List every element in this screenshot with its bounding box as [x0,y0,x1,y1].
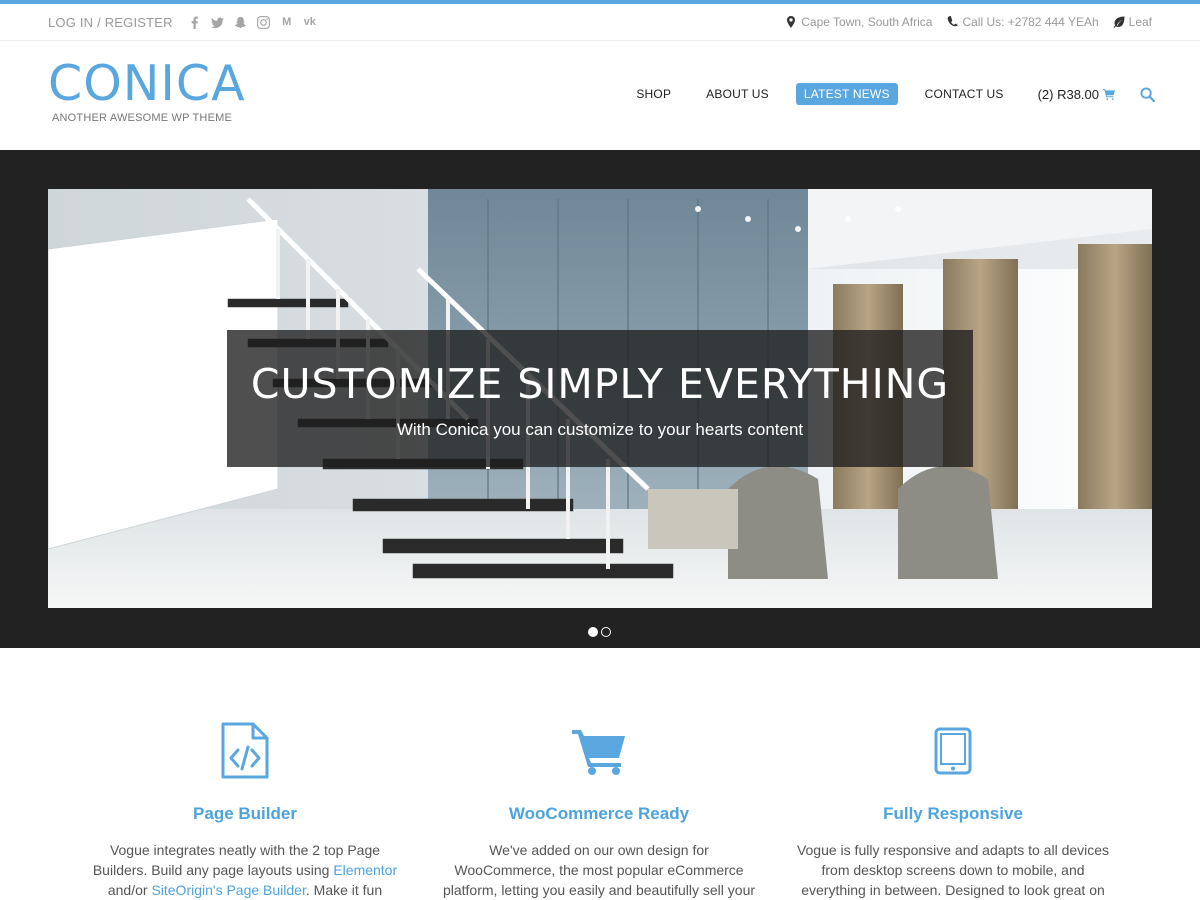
vk-icon[interactable]: vk [299,14,321,30]
phone-icon [948,16,959,27]
snapchat-icon[interactable] [230,14,252,30]
location-text: Cape Town, South Africa [801,15,933,29]
cart-total: (2) R38.00 [1037,86,1099,102]
feature-text: We've added on our own design for WooCom… [442,842,756,898]
nav-item-latest-news[interactable]: LATEST NEWS [795,83,898,105]
main-nav: SHOP ABOUT US LATEST NEWS CONTACT US (2)… [609,83,1156,105]
top-bar: LOG IN / REGISTER M vk Cape Town, South … [0,4,1200,41]
site-header: CONICA ANOTHER AWESOME WP THEME SHOP ABO… [0,41,1200,150]
feature-title: Page Builder [193,804,297,823]
search-button[interactable] [1138,85,1156,103]
cart-link[interactable]: (2) R38.00 [1038,87,1115,102]
feature-title: WooCommerce Ready [508,804,690,823]
slider-dot-1[interactable] [588,627,598,637]
feature-text: Vogue integrates neatly with the 2 top P… [92,842,398,898]
cart-icon [1103,89,1115,100]
medium-icon[interactable]: M [276,14,298,30]
code-file-icon [85,720,405,782]
leaf-text: Leaf [1128,15,1152,29]
slide-title: CUSTOMIZE SIMPLY EVERYTHING [250,360,950,408]
medium-text: M [282,16,292,28]
vk-text: vk [303,16,316,28]
feature-responsive: Fully Responsive Vogue is fully responsi… [793,720,1113,900]
site-logo[interactable]: CONICA ANOTHER AWESOME WP THEME [48,55,246,125]
leaf-icon [1113,16,1125,28]
login-register-link[interactable]: LOG IN / REGISTER [48,15,173,30]
elementor-link[interactable]: Elementor [333,862,397,878]
top-bar-left: LOG IN / REGISTER M vk [48,4,321,40]
slide-caption: CUSTOMIZE SIMPLY EVERYTHING With Conica … [227,330,973,467]
map-pin-icon [787,16,796,28]
leaf-info: Leaf [1113,15,1152,29]
instagram-icon[interactable] [253,14,275,30]
phone-info: Call Us: +2782 444 YEAh [946,15,1099,29]
slider-dot-2[interactable] [601,627,611,637]
feature-text: Vogue is fully responsive and adapts to … [796,842,1110,898]
siteorigin-link[interactable]: SiteOrigin's Page Builder [151,882,305,898]
search-icon [1139,86,1155,102]
features-section: Page Builder Vogue integrates neatly wit… [0,648,1200,900]
hero-slider: CUSTOMIZE SIMPLY EVERYTHING With Conica … [0,150,1200,648]
twitter-icon[interactable] [207,14,229,30]
facebook-icon[interactable] [184,14,206,30]
logo-tagline: ANOTHER AWESOME WP THEME [52,112,233,124]
feature-woocommerce: WooCommerce Ready We've added on our own… [439,720,759,900]
top-bar-right: Cape Town, South Africa Call Us: +2782 4… [771,4,1152,40]
slide-subtitle: With Conica you can customize to your he… [396,420,804,439]
nav-item-shop[interactable]: SHOP [628,83,679,105]
location-info: Cape Town, South Africa [785,15,932,29]
feature-title: Fully Responsive [883,804,1023,823]
hero-slide: CUSTOMIZE SIMPLY EVERYTHING With Conica … [48,189,1152,608]
logo-title: CONICA [48,55,246,112]
shopping-cart-icon [439,720,759,782]
slider-pagination [588,627,614,637]
tablet-icon [793,720,1113,782]
feature-page-builder: Page Builder Vogue integrates neatly wit… [85,720,405,900]
social-links: M vk [183,14,321,30]
nav-item-about-us[interactable]: ABOUT US [698,83,777,105]
phone-text: Call Us: +2782 444 YEAh [962,15,1099,29]
nav-item-contact-us[interactable]: CONTACT US [917,83,1012,105]
